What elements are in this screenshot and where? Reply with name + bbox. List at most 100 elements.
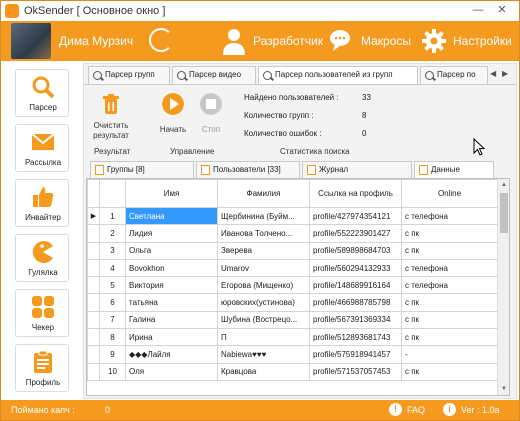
name-cell[interactable]: Галина [125, 310, 218, 330]
subtab-groups[interactable]: Группы [8] [90, 161, 194, 178]
name-cell[interactable]: татьяна [125, 293, 218, 312]
name-cell[interactable]: Оля [125, 362, 218, 381]
table-row[interactable]: 5 Виктория Егорова (Мищенко) profile/148689… [87, 276, 498, 295]
surname-cell[interactable]: юровских(устинова) [217, 293, 310, 312]
developer-button[interactable]: Разработчик [221, 27, 323, 55]
tab-video-parser[interactable]: Парсер видео [172, 66, 256, 84]
profile-link-cell[interactable]: profile/512893681743 [309, 328, 402, 347]
row-number-cell[interactable]: 8 [99, 328, 126, 347]
trash-icon [103, 94, 119, 114]
clear-result-label: Очистить результат [93, 121, 129, 140]
row-indicator [87, 310, 100, 330]
profile-link-cell[interactable]: profile/589898684703 [309, 241, 402, 260]
online-cell[interactable]: с телефона [401, 258, 498, 278]
online-cell[interactable]: с пк [401, 293, 498, 312]
table-row[interactable]: ▶ 1 Светлана Щербинина (Буйм... profile/4279… [87, 206, 498, 226]
name-cell[interactable]: Ирина [125, 328, 218, 347]
surname-cell[interactable]: Шубина (Вострецо... [217, 310, 310, 330]
name-cell[interactable]: Ольга [125, 241, 218, 260]
column-header-surname[interactable]: Фамилия [217, 179, 310, 208]
surname-cell[interactable]: Иванова Толчено... [217, 224, 310, 243]
subtab-log[interactable]: Журнал [302, 161, 412, 178]
profile-link-cell[interactable]: profile/466988785798 [309, 293, 402, 312]
row-indicator [87, 293, 100, 312]
tab-parser-by[interactable]: Парсер по [420, 66, 488, 84]
surname-cell[interactable]: Кравцова [217, 362, 310, 381]
table-row[interactable]: 7 Галина Шубина (Вострецо... profile/567391… [87, 310, 498, 330]
scroll-up-icon[interactable]: ▲ [498, 179, 509, 191]
table-row[interactable]: 6 татьяна юровских(устинова) profile/466988… [87, 293, 498, 312]
sidebar-item-parser[interactable]: Парсер [15, 69, 69, 117]
row-number-cell[interactable]: 6 [99, 293, 126, 312]
avatar[interactable] [11, 23, 51, 59]
row-number-cell[interactable]: 3 [99, 241, 126, 260]
sidebar-item-walker[interactable]: Гулялка [15, 234, 69, 282]
online-cell[interactable]: с телефона [401, 276, 498, 295]
online-cell[interactable]: - [401, 345, 498, 364]
column-header-online[interactable]: Online [401, 179, 498, 208]
surname-cell[interactable]: П [217, 328, 310, 347]
row-number-cell[interactable]: 7 [99, 310, 126, 330]
table-row[interactable]: 8 Ирина Пprofile/512893681743 с пк [87, 328, 498, 347]
surname-cell[interactable]: Щербинина (Буйм... [217, 206, 310, 226]
name-cell[interactable]: ◆◆◆Лайля [125, 345, 218, 364]
sidebar-item-inviter[interactable]: Инвайтер [15, 179, 69, 227]
sidebar-item-profile[interactable]: Профиль [15, 344, 69, 392]
start-button[interactable]: Начать [156, 93, 190, 134]
faq-icon[interactable]: ! [389, 403, 402, 416]
table-row[interactable]: 3 Ольга Зверева profile/589898684703 с пк [87, 241, 498, 260]
online-cell[interactable]: с пк [401, 241, 498, 260]
tab-group-parser[interactable]: Парсер групп [88, 66, 170, 84]
close-button[interactable]: ✕ [495, 3, 509, 17]
row-number-cell[interactable]: 2 [99, 224, 126, 243]
subtab-users[interactable]: Пользователи [33] [196, 161, 300, 178]
row-number-cell[interactable]: 1 [99, 206, 126, 226]
table-row[interactable]: 4 Bovokhon Umarov profile/560294132933 с тел… [87, 258, 498, 278]
surname-cell[interactable]: Nabiewa♥♥♥ [217, 345, 310, 364]
name-cell[interactable]: Светлана [125, 206, 218, 226]
profile-link-cell[interactable]: profile/571537057453 [309, 362, 402, 381]
row-number-cell[interactable]: 9 [99, 345, 126, 364]
sidebar-item-mailing[interactable]: Рассылка [15, 124, 69, 172]
settings-button[interactable]: Настройки [421, 27, 512, 55]
online-cell[interactable]: с пк [401, 224, 498, 243]
profile-link-cell[interactable]: profile/567391369334 [309, 310, 402, 330]
surname-cell[interactable]: Зверева [217, 241, 310, 260]
name-cell[interactable]: Виктория [125, 276, 218, 295]
profile-link-cell[interactable]: profile/575918941457 [309, 345, 402, 364]
profile-link-cell[interactable]: profile/560294132933 [309, 258, 402, 278]
tab-scroll-right-icon[interactable]: ▶ [502, 69, 508, 78]
online-cell[interactable]: с пк [401, 362, 498, 381]
profile-link-cell[interactable]: profile/148689916164 [309, 276, 402, 295]
name-cell[interactable]: Bovokhon [125, 258, 218, 278]
faq-link[interactable]: FAQ [407, 405, 425, 415]
sidebar-item-checker[interactable]: Чекер [15, 289, 69, 337]
scroll-down-icon[interactable]: ▼ [498, 383, 509, 395]
table-row[interactable]: 2 Лидия Иванова Толчено... profile/55222390… [87, 224, 498, 243]
name-cell[interactable]: Лидия [125, 224, 218, 243]
surname-cell[interactable]: Егорова (Мищенко) [217, 276, 310, 295]
tab-scroll-left-icon[interactable]: ◀ [490, 69, 496, 78]
column-header-profile-link[interactable]: Ссылка на профиль [309, 179, 402, 208]
minimize-button[interactable]: — [471, 3, 485, 17]
row-number-cell[interactable]: 5 [99, 276, 126, 295]
row-number-cell[interactable]: 4 [99, 258, 126, 278]
subtab-data[interactable]: Данные [414, 161, 494, 178]
online-cell[interactable]: с пк [401, 328, 498, 347]
online-cell[interactable]: с телефона [401, 206, 498, 226]
profile-link-cell[interactable]: profile/552223901427 [309, 224, 402, 243]
stop-button[interactable]: Стоп [196, 93, 226, 134]
refresh-icon[interactable] [149, 28, 173, 52]
table-row[interactable]: 9 ◆◆◆Лайля Nabiewa♥♥♥ profile/575918941457- [87, 345, 498, 364]
tab-user-parser[interactable]: Парсер пользователей из групп [258, 66, 418, 85]
clear-result-button[interactable]: Очистить результат [88, 93, 134, 141]
surname-cell[interactable]: Umarov [217, 258, 310, 278]
column-header-name[interactable]: Имя [125, 179, 218, 208]
row-number-cell[interactable]: 10 [99, 362, 126, 381]
vertical-scrollbar[interactable]: ▲ ▼ [497, 179, 509, 395]
online-cell[interactable]: с пк [401, 310, 498, 330]
scrollbar-thumb[interactable] [500, 193, 508, 233]
table-row[interactable]: 10 Оля Кравцова profile/571537057453 с пк [87, 362, 498, 381]
macros-button[interactable]: Макросы [329, 27, 411, 55]
profile-link-cell[interactable]: profile/427974354121 [309, 206, 402, 226]
